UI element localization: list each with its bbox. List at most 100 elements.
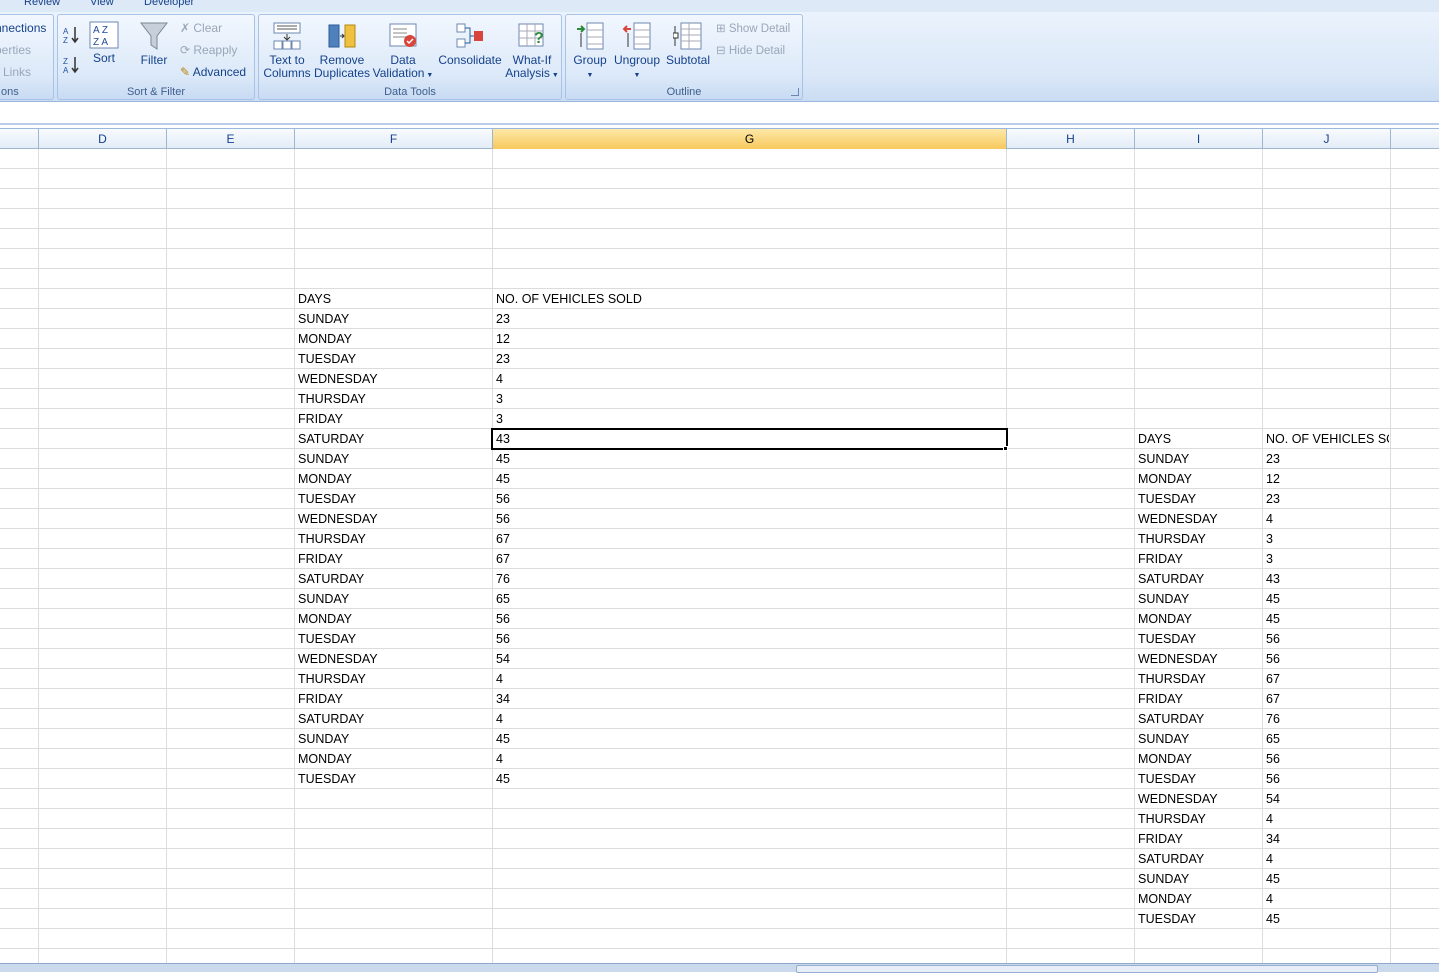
ungroup-button[interactable]: Ungroup ▼ [612,21,662,82]
table2-day-cell[interactable]: TUESDAY [1135,909,1261,929]
table2-header-days[interactable]: DAYS [1135,429,1261,449]
table2-value-cell[interactable]: 45 [1263,589,1389,609]
table1-day-cell[interactable]: FRIDAY [295,689,491,709]
table2-day-cell[interactable]: SATURDAY [1135,849,1261,869]
table2-value-cell[interactable]: 56 [1263,649,1389,669]
table1-header-vehicles[interactable]: NO. OF VEHICLES SOLD [493,289,1005,309]
hide-detail-button[interactable]: ⊟ Hide Detail [716,43,785,57]
table2-value-cell[interactable]: 4 [1263,809,1389,829]
table1-value-cell[interactable]: 54 [493,649,1005,669]
table2-value-cell[interactable]: 76 [1263,709,1389,729]
table1-value-cell[interactable]: 56 [493,509,1005,529]
table1-day-cell[interactable]: SUNDAY [295,729,491,749]
table2-day-cell[interactable]: MONDAY [1135,469,1261,489]
table1-value-cell[interactable]: 45 [493,469,1005,489]
table1-day-cell[interactable]: MONDAY [295,329,491,349]
table2-value-cell[interactable]: 56 [1263,749,1389,769]
column-header-f[interactable]: F [295,129,493,149]
group-button[interactable]: Group ▼ [570,21,610,82]
consolidate-button[interactable]: Consolidate [437,21,503,67]
table1-day-cell[interactable]: TUESDAY [295,349,491,369]
table2-value-cell[interactable]: 34 [1263,829,1389,849]
table1-value-cell[interactable]: 45 [493,769,1005,789]
table1-value-cell[interactable]: 23 [493,309,1005,329]
tab-developer[interactable]: Developer [144,0,194,8]
table2-day-cell[interactable]: SUNDAY [1135,869,1261,889]
table1-day-cell[interactable]: FRIDAY [295,409,491,429]
table1-value-cell[interactable]: 4 [493,369,1005,389]
text-to-columns-button[interactable]: Text to Columns [261,21,313,80]
table2-value-cell[interactable]: 65 [1263,729,1389,749]
clear-button[interactable]: ✗ Clear [180,21,222,35]
sort-za-button[interactable]: ZA [62,55,82,78]
tab-view[interactable]: View [90,0,114,8]
table2-value-cell[interactable]: 4 [1263,849,1389,869]
table1-value-cell[interactable]: 3 [493,409,1005,429]
table2-value-cell[interactable]: 4 [1263,509,1389,529]
table1-value-cell[interactable]: 67 [493,529,1005,549]
table2-value-cell[interactable]: 67 [1263,689,1389,709]
table1-value-cell[interactable]: 4 [493,709,1005,729]
table1-day-cell[interactable]: THURSDAY [295,529,491,549]
table2-day-cell[interactable]: SATURDAY [1135,709,1261,729]
table2-day-cell[interactable]: SUNDAY [1135,449,1261,469]
fill-handle[interactable] [1003,446,1008,451]
table2-day-cell[interactable]: THURSDAY [1135,669,1261,689]
table1-value-cell[interactable]: 34 [493,689,1005,709]
column-header-e[interactable]: E [167,129,295,149]
table1-day-cell[interactable]: FRIDAY [295,549,491,569]
table1-value-cell[interactable]: 23 [493,349,1005,369]
table1-value-cell[interactable]: 67 [493,549,1005,569]
dialog-launcher-icon[interactable] [791,88,799,96]
properties-button[interactable]: perties [0,43,31,57]
table2-value-cell[interactable]: 23 [1263,449,1389,469]
edit-links-button[interactable]: Links [3,65,31,79]
show-detail-button[interactable]: ⊞ Show Detail [716,21,790,35]
table1-day-cell[interactable]: THURSDAY [295,389,491,409]
table1-value-cell[interactable]: 56 [493,609,1005,629]
table2-value-cell[interactable]: 56 [1263,769,1389,789]
column-header-j[interactable]: J [1263,129,1391,149]
table2-day-cell[interactable]: THURSDAY [1135,529,1261,549]
table2-day-cell[interactable]: WEDNESDAY [1135,649,1261,669]
table2-value-cell[interactable]: 3 [1263,549,1389,569]
table2-value-cell[interactable]: 45 [1263,909,1389,929]
table1-value-cell[interactable]: 56 [493,489,1005,509]
table1-day-cell[interactable]: TUESDAY [295,769,491,789]
table2-value-cell[interactable]: 54 [1263,789,1389,809]
table1-day-cell[interactable]: SATURDAY [295,429,491,449]
table2-value-cell[interactable]: 4 [1263,889,1389,909]
what-if-analysis-button[interactable]: ? What-If Analysis ▼ [503,21,561,82]
table1-day-cell[interactable]: THURSDAY [295,669,491,689]
table2-day-cell[interactable]: WEDNESDAY [1135,509,1261,529]
table2-header-vehicles[interactable]: NO. OF VEHICLES SO [1263,429,1389,449]
table2-value-cell[interactable]: 45 [1263,609,1389,629]
table2-day-cell[interactable]: THURSDAY [1135,809,1261,829]
table1-day-cell[interactable]: SATURDAY [295,709,491,729]
data-validation-button[interactable]: Data Validation ▼ [371,21,435,82]
table2-day-cell[interactable]: TUESDAY [1135,489,1261,509]
table1-day-cell[interactable]: SATURDAY [295,569,491,589]
table2-day-cell[interactable]: TUESDAY [1135,629,1261,649]
subtotal-button[interactable]: Subtotal [662,21,714,67]
table1-value-cell[interactable]: 12 [493,329,1005,349]
table1-day-cell[interactable]: MONDAY [295,749,491,769]
table2-day-cell[interactable]: FRIDAY [1135,689,1261,709]
column-header-g[interactable]: G [493,129,1007,149]
table1-value-cell[interactable]: 4 [493,749,1005,769]
table2-value-cell[interactable]: 45 [1263,869,1389,889]
table2-day-cell[interactable]: MONDAY [1135,889,1261,909]
table2-value-cell[interactable]: 12 [1263,469,1389,489]
column-header-d[interactable]: D [39,129,167,149]
table2-day-cell[interactable]: FRIDAY [1135,829,1261,849]
filter-button[interactable]: Filter [136,21,172,67]
advanced-button[interactable]: ✎ Advanced [180,65,246,79]
table1-value-cell[interactable]: 45 [493,449,1005,469]
table2-day-cell[interactable]: WEDNESDAY [1135,789,1261,809]
table1-value-cell[interactable]: 56 [493,629,1005,649]
column-header-k[interactable] [1391,129,1439,149]
sort-az-button[interactable]: AZ [62,25,82,48]
table1-day-cell[interactable]: TUESDAY [295,489,491,509]
table2-value-cell[interactable]: 3 [1263,529,1389,549]
table1-day-cell[interactable]: WEDNESDAY [295,509,491,529]
